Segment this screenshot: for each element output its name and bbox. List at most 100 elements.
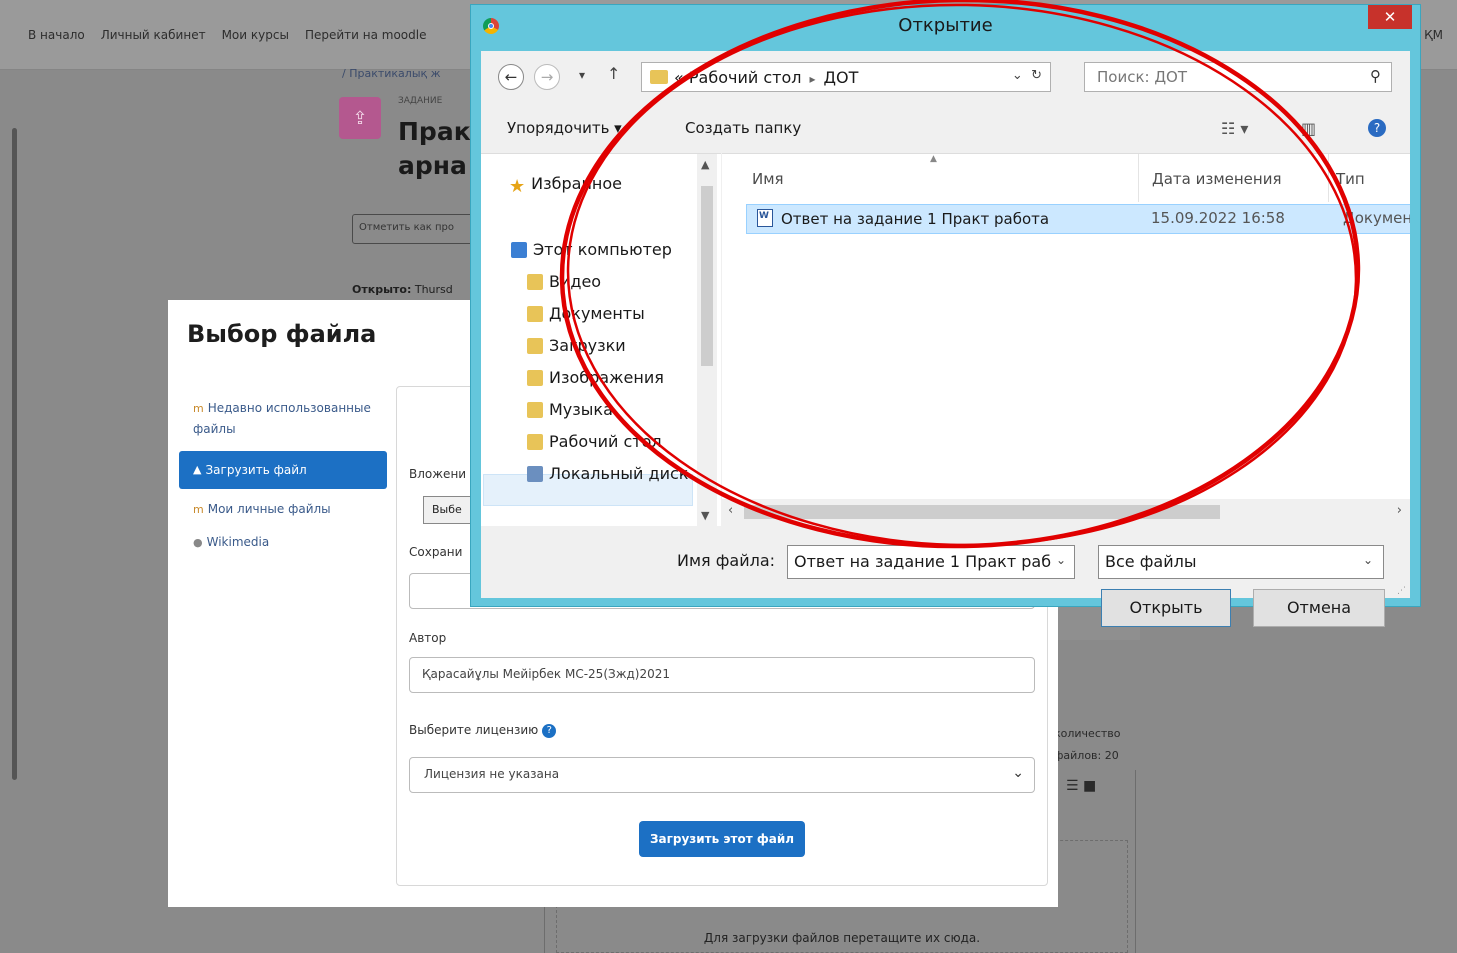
chevron-down-icon: ⌄ — [1012, 765, 1024, 781]
tree-item-label: Избранное — [531, 174, 622, 193]
license-value: Лицензия не указана — [424, 767, 560, 781]
tree-scrollbar[interactable]: ▲ ▼ — [697, 154, 717, 526]
filetype-select[interactable]: Все файлы ⌄ — [1098, 545, 1384, 579]
tree-item-desktop[interactable]: Рабочий стол — [527, 432, 662, 451]
library-icon — [527, 433, 543, 450]
scroll-down-icon[interactable]: ▼ — [701, 509, 709, 522]
view-options-icon[interactable]: ☷ ▾ — [1221, 119, 1248, 138]
open-button[interactable]: Открыть — [1101, 589, 1231, 627]
organize-menu[interactable]: Упорядочить ▾ — [507, 119, 622, 137]
filetype-value: Все файлы — [1105, 552, 1197, 571]
column-name[interactable]: Имя — [752, 170, 784, 188]
assignment-icon: ⇪ — [339, 97, 381, 139]
tree-item-label: Видео — [549, 272, 602, 291]
help-icon[interactable]: ? — [542, 723, 557, 738]
repo-wikimedia[interactable]: ● Wikimedia — [179, 526, 387, 559]
tree-item-label: Рабочий стол — [549, 432, 662, 451]
moodle-icon: m — [193, 402, 204, 415]
address-prefix: « — [674, 68, 684, 87]
forward-button[interactable]: → — [534, 64, 560, 90]
word-document-icon — [757, 209, 773, 227]
file-name: Ответ на задание 1 Практ работа — [757, 209, 1049, 228]
upload-this-file-button[interactable]: Загрузить этот файл — [639, 821, 805, 857]
recent-locations-chevron-icon[interactable]: ▾ — [579, 68, 585, 82]
chevron-down-icon[interactable]: ⌄ — [1012, 68, 1023, 83]
user-menu[interactable]: ҚМ — [1424, 28, 1443, 42]
chevron-down-icon: ⌄ — [1362, 553, 1373, 567]
preview-pane-icon[interactable]: ▥ — [1301, 119, 1316, 138]
search-box[interactable]: Поиск: ДОТ ⚲ — [1084, 62, 1392, 92]
column-date[interactable]: Дата изменения — [1152, 170, 1282, 188]
tree-item-label: Этот компьютер — [533, 240, 672, 259]
sort-arrow-icon: ▲ — [930, 154, 937, 164]
scroll-thumb[interactable] — [701, 186, 713, 366]
repo-upload-file[interactable]: ▲ Загрузить файл — [179, 451, 387, 489]
help-icon[interactable]: ? — [1368, 119, 1386, 137]
refresh-icon[interactable]: ↻ — [1031, 68, 1042, 83]
page-title-line-1: Прак — [398, 117, 471, 146]
max-files-line-1: количество — [1054, 727, 1121, 740]
address-bar[interactable]: « Рабочий стол ▸ ДОТ ⌄ ↻ — [641, 62, 1051, 92]
moodle-icon: m — [193, 503, 204, 516]
file-row[interactable]: Ответ на задание 1 Практ работа 15.09.20… — [746, 204, 1410, 234]
nav-go-moodle[interactable]: Перейти на moodle — [305, 28, 427, 42]
nav-my-courses[interactable]: Мои курсы — [222, 28, 289, 42]
scroll-left-icon[interactable]: ‹ — [728, 503, 733, 518]
back-button[interactable]: ← — [498, 64, 524, 90]
resize-grip-icon[interactable]: ⋰ — [1397, 586, 1406, 596]
tree-item-downloads[interactable]: Загрузки — [527, 336, 626, 355]
file-name-text: Ответ на задание 1 Практ работа — [781, 210, 1050, 228]
breadcrumb[interactable]: / Практикалық ж — [342, 67, 441, 80]
up-arrow-icon[interactable]: ↑ — [607, 64, 620, 83]
page-scrollbar[interactable] — [12, 128, 17, 780]
file-list-hscrollbar[interactable]: ‹ › — [722, 499, 1410, 525]
column-type[interactable]: Тип — [1336, 170, 1365, 188]
license-select[interactable]: Лицензия не указана ⌄ — [409, 757, 1035, 793]
author-input[interactable]: Қарасайұлы Мейірбек МС-25(Зжд)2021 — [409, 657, 1035, 693]
tree-item-pictures[interactable]: Изображения — [527, 368, 664, 387]
file-date: 15.09.2022 16:58 — [1151, 209, 1285, 227]
max-files-line-2: файлов: 20 — [1054, 749, 1119, 762]
nav-home[interactable]: В начало — [28, 28, 85, 42]
tree-item-label: Изображения — [549, 368, 664, 387]
filename-input[interactable]: Ответ на задание 1 Практ рабо ⌄ — [787, 545, 1075, 579]
scroll-thumb[interactable] — [744, 505, 1220, 519]
search-placeholder: Поиск: ДОТ — [1097, 68, 1188, 86]
new-folder-button[interactable]: Создать папку — [685, 119, 801, 137]
filename-label: Имя файла: — [677, 551, 776, 570]
tree-item-label: Загрузки — [549, 336, 626, 355]
repo-recent-files[interactable]: m Недавно использованные файлы — [179, 392, 387, 445]
scroll-right-icon[interactable]: › — [1397, 503, 1402, 518]
dialog-title: Открытие — [898, 15, 993, 36]
author-label: Автор — [409, 631, 447, 645]
chevron-down-icon[interactable]: ⌄ — [1051, 553, 1066, 567]
dialog-body: ← → ▾ ↑ « Рабочий стол ▸ ДОТ ⌄ ↻ Поиск: ДО… — [481, 51, 1410, 627]
library-icon — [527, 401, 543, 418]
page-title: Прак арна — [398, 115, 471, 183]
close-button[interactable]: ✕ — [1368, 5, 1412, 29]
tree-item-local-disk[interactable]: Локальный диск — [527, 464, 688, 483]
breadcrumb-separator-icon: ▸ — [809, 72, 816, 86]
opened-label: Открыто: — [352, 283, 412, 296]
address-segment-desktop[interactable]: Рабочий стол — [689, 68, 802, 87]
tree-item-video[interactable]: Видео — [527, 272, 601, 291]
folder-icon — [650, 70, 668, 84]
tree-item-favorites[interactable]: ★ Избранное — [509, 174, 622, 197]
nav-dashboard[interactable]: Личный кабинет — [101, 28, 206, 42]
navigation-pane: ★ Избранное Этот компьютер Видео Документ… — [481, 153, 721, 526]
file-list: ▲ Имя Дата изменения Тип Ответ на задани… — [722, 153, 1410, 499]
repo-label: Wikimedia — [206, 535, 270, 549]
tree-item-this-pc[interactable]: Этот компьютер — [511, 240, 672, 259]
repo-private-files[interactable]: m Мои личные файлы — [179, 493, 387, 526]
dialog-toolbar: Упорядочить ▾ Создать папку ☷ ▾ ▥ ? — [481, 105, 1410, 153]
drop-hint: Для загрузки файлов перетащите их сюда. — [703, 931, 981, 945]
address-segment-dot[interactable]: ДОТ — [824, 68, 859, 87]
library-icon — [527, 369, 543, 386]
opened-value: Thursd — [411, 283, 453, 296]
scroll-up-icon[interactable]: ▲ — [701, 158, 709, 171]
tree-item-documents[interactable]: Документы — [527, 304, 645, 323]
filename-value: Ответ на задание 1 Практ рабо — [794, 552, 1061, 571]
cancel-button[interactable]: Отмена — [1253, 589, 1385, 627]
disk-icon — [527, 465, 543, 482]
tree-item-music[interactable]: Музыка — [527, 400, 613, 419]
